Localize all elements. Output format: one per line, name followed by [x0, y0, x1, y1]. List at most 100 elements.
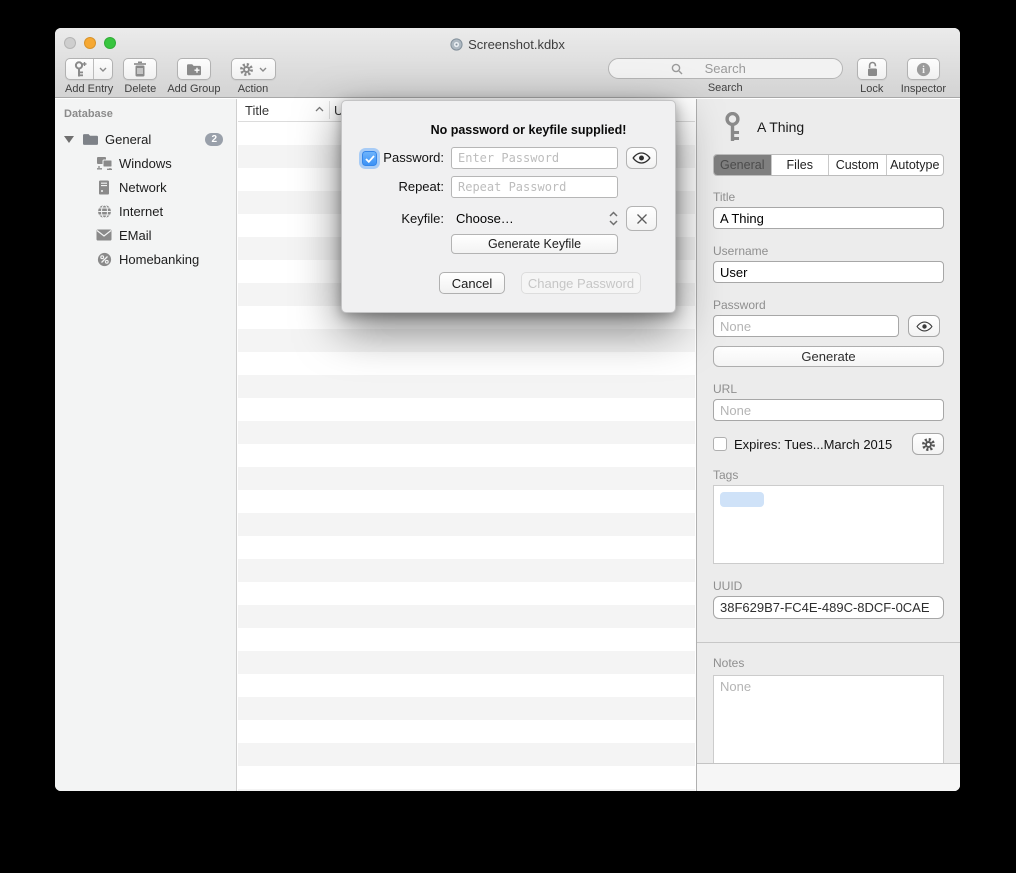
- info-icon: i: [916, 62, 931, 77]
- add-entry-dropdown-segment[interactable]: [93, 59, 112, 79]
- add-entry-label: Add Entry: [65, 83, 113, 95]
- inspector-divider: [697, 642, 960, 643]
- eye-icon: [916, 321, 933, 332]
- sidebar-item-email[interactable]: EMail: [55, 223, 236, 247]
- eye-icon: [632, 152, 651, 164]
- tags-label: Tags: [713, 468, 944, 482]
- tab-general[interactable]: General: [714, 155, 771, 175]
- dialog-repeat-input[interactable]: [451, 176, 618, 198]
- toolbar-item-add-entry: Add Entry: [65, 58, 113, 95]
- sort-ascending-icon: [315, 106, 324, 112]
- tab-files[interactable]: Files: [771, 155, 829, 175]
- entry-header: A Thing: [713, 111, 944, 143]
- uuid-field[interactable]: [713, 596, 944, 619]
- search-label: Search: [708, 82, 743, 94]
- add-group-label: Add Group: [167, 83, 220, 95]
- tag-token[interactable]: [720, 492, 764, 507]
- tab-custom[interactable]: Custom: [828, 155, 886, 175]
- sidebar-item-label: EMail: [119, 228, 152, 243]
- entry-title: A Thing: [757, 119, 804, 135]
- toolbar-item-search: Search: [608, 58, 843, 95]
- folder-icon: [81, 133, 99, 146]
- title-field[interactable]: [713, 207, 944, 229]
- envelope-icon: [95, 229, 113, 241]
- title-field-label: Title: [713, 190, 944, 204]
- action-button[interactable]: [231, 58, 276, 80]
- column-divider[interactable]: [329, 101, 330, 119]
- expires-label: Expires: Tues...March 2015: [734, 437, 905, 452]
- entry-count-badge: 2: [205, 133, 223, 146]
- sidebar-item-label: Internet: [119, 204, 163, 219]
- key-icon: [722, 112, 743, 143]
- unlocked-padlock-icon: [865, 61, 879, 77]
- sidebar: Database General 2 Windows Network: [55, 99, 237, 791]
- dialog-keyfile-label: Keyfile:: [348, 208, 444, 230]
- column-header-title[interactable]: Title: [245, 103, 269, 118]
- add-group-button[interactable]: [177, 58, 211, 80]
- trash-icon: [133, 61, 147, 77]
- toolbar-item-lock: Lock: [857, 58, 887, 95]
- generate-password-button[interactable]: Generate: [713, 346, 944, 367]
- reveal-password-button[interactable]: [908, 315, 940, 337]
- chevron-down-icon: [99, 67, 107, 72]
- keyfile-popup[interactable]: Choose…: [456, 208, 514, 230]
- chevron-down-icon: [259, 67, 267, 72]
- dialog-repeat-label: Repeat:: [348, 176, 444, 198]
- lock-label: Lock: [860, 83, 883, 95]
- username-field[interactable]: [713, 261, 944, 283]
- username-field-label: Username: [713, 244, 944, 258]
- sidebar-section-header: Database: [55, 108, 236, 120]
- expiry-settings-button[interactable]: [912, 433, 944, 455]
- server-icon: [95, 180, 113, 195]
- disclosure-triangle-icon[interactable]: [64, 136, 74, 143]
- generate-keyfile-button[interactable]: Generate Keyfile: [451, 234, 618, 254]
- popup-stepper-icon[interactable]: [608, 210, 619, 227]
- delete-button[interactable]: [123, 58, 157, 80]
- inspector-tabs: General Files Custom Autotype: [713, 154, 944, 176]
- add-entry-button[interactable]: [65, 58, 113, 80]
- change-password-button[interactable]: Change Password: [521, 272, 641, 294]
- clear-keyfile-button[interactable]: [626, 206, 657, 231]
- sidebar-item-windows[interactable]: Windows: [55, 151, 236, 175]
- folder-plus-icon: [186, 63, 202, 76]
- sidebar-group-general[interactable]: General 2: [55, 127, 236, 151]
- close-x-icon: [636, 213, 648, 225]
- password-field[interactable]: [713, 315, 899, 337]
- tab-autotype[interactable]: Autotype: [886, 155, 944, 175]
- action-label: Action: [238, 83, 269, 95]
- search-icon: [671, 63, 683, 75]
- change-password-dialog: No password or keyfile supplied! Passwor…: [341, 100, 676, 313]
- expires-checkbox[interactable]: [713, 437, 727, 451]
- cancel-button[interactable]: Cancel: [439, 272, 505, 294]
- password-field-label: Password: [713, 298, 944, 312]
- sidebar-item-network[interactable]: Network: [55, 175, 236, 199]
- tags-field[interactable]: [713, 485, 944, 564]
- url-field-label: URL: [713, 382, 944, 396]
- inspector-label: Inspector: [901, 83, 946, 95]
- dialog-reveal-password-button[interactable]: [626, 147, 657, 169]
- search-input[interactable]: [608, 58, 843, 79]
- window-title-text: Screenshot.kdbx: [468, 37, 565, 52]
- notes-field[interactable]: [713, 675, 944, 765]
- inspector-button[interactable]: i: [907, 58, 940, 80]
- gear-icon: [239, 62, 254, 77]
- gear-icon: [921, 437, 936, 452]
- window-title: Screenshot.kdbx: [55, 37, 960, 52]
- sidebar-item-label: Network: [119, 180, 167, 195]
- lock-button[interactable]: [857, 58, 887, 80]
- svg-text:i: i: [922, 65, 925, 76]
- uuid-label: UUID: [713, 579, 944, 593]
- delete-label: Delete: [124, 83, 156, 95]
- url-field[interactable]: [713, 399, 944, 421]
- notes-label: Notes: [713, 656, 944, 670]
- sidebar-item-label: Homebanking: [119, 252, 199, 267]
- sidebar-item-internet[interactable]: Internet: [55, 199, 236, 223]
- add-entry-main-segment[interactable]: [66, 59, 93, 79]
- document-icon: [450, 38, 463, 51]
- windows-group-icon: [95, 156, 113, 170]
- sidebar-item-homebanking[interactable]: Homebanking: [55, 247, 236, 271]
- app-window: Screenshot.kdbx Add Entry Delete: [55, 28, 960, 791]
- dialog-password-input[interactable]: [451, 147, 618, 169]
- globe-icon: [95, 204, 113, 219]
- percent-icon: [95, 252, 113, 267]
